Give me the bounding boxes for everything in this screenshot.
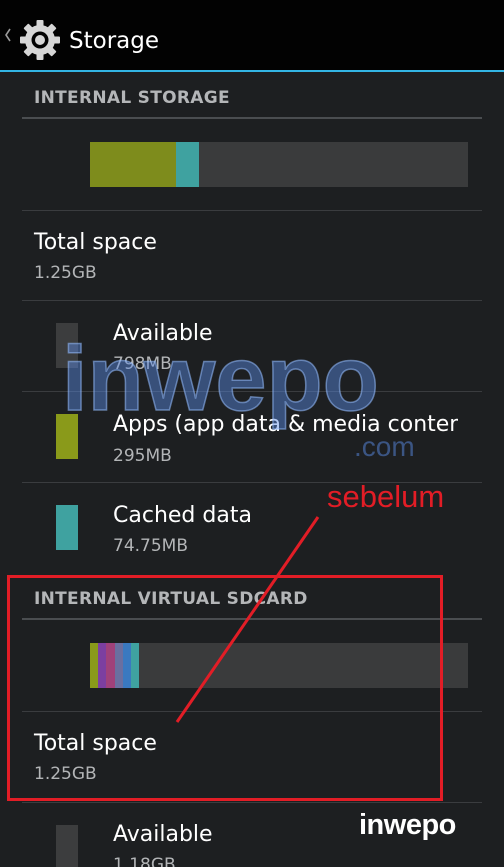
sdcard-available-value: 1.18GB [113, 855, 176, 867]
apps-label: Apps (app data & media content) [113, 412, 458, 437]
sdcard-available-label: Available [113, 822, 213, 847]
annotation-highlight-box [7, 575, 443, 801]
up-caret-icon[interactable] [5, 28, 11, 42]
total-space-label: Total space [34, 230, 157, 255]
internal-storage-usage-bar [90, 142, 468, 187]
action-bar: Storage [0, 0, 504, 72]
apps-color-swatch [56, 414, 78, 459]
usage-segment-apps [90, 142, 176, 187]
divider [22, 391, 482, 392]
cached-color-swatch [56, 505, 78, 550]
apps-value: 295MB [113, 446, 172, 466]
cached-data-label: Cached data [113, 503, 252, 528]
storage-settings-screen: Storage INTERNAL STORAGE Total space 1.2… [0, 0, 504, 867]
internal-storage-header-label: INTERNAL STORAGE [34, 88, 230, 108]
page-title: Storage [69, 28, 159, 54]
inwepo-corner-logo: inwepo [359, 805, 456, 845]
total-space-value: 1.25GB [34, 263, 97, 283]
annotation-label: sebelum [327, 479, 445, 514]
internal-storage-header: INTERNAL STORAGE [22, 75, 482, 119]
available-value: 798MB [113, 354, 172, 374]
cached-data-value: 74.75MB [113, 536, 188, 556]
divider [22, 802, 482, 803]
settings-gear-icon[interactable] [18, 18, 62, 62]
usage-segment-cached [176, 142, 199, 187]
divider [22, 210, 482, 211]
available-color-swatch [56, 323, 78, 368]
available-label: Available [113, 321, 213, 346]
divider [22, 300, 482, 301]
sdcard-available-color-swatch [56, 825, 78, 867]
corner-logo-text: inwepo [359, 809, 456, 841]
